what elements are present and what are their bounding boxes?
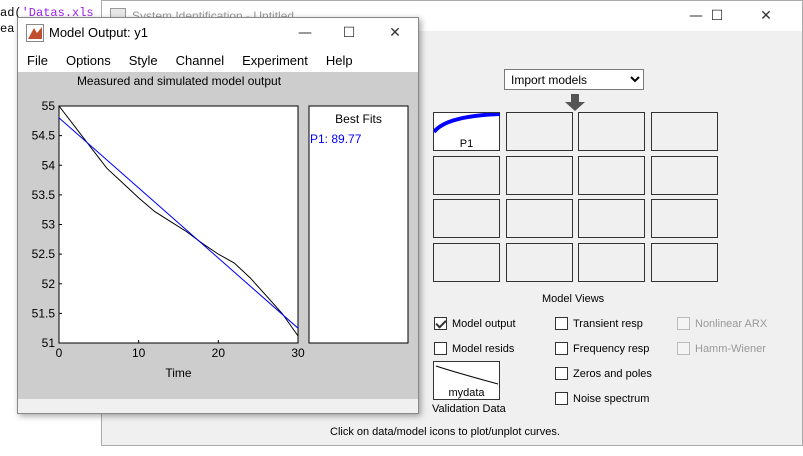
hint-text: Click on data/model icons to plot/unplot… (330, 426, 560, 438)
model-output-window: Model Output: y1 — ☐ ✕ File Options Styl… (17, 17, 419, 414)
model-tile-empty[interactable] (578, 199, 645, 238)
model-tile-empty[interactable] (506, 112, 573, 151)
maximize-icon[interactable]: ☐ (329, 18, 369, 48)
model-tile-empty[interactable] (578, 243, 645, 282)
model-output-title-bar: Model Output: y1 — ☐ ✕ (18, 18, 418, 48)
model-tile-empty[interactable] (651, 243, 718, 282)
model-tile-empty[interactable] (506, 243, 573, 282)
noise-spectrum-label: Noise spectrum (573, 392, 650, 405)
transient-resp-checkbox[interactable]: Transient resp (555, 317, 643, 330)
best-fit-entry-p1[interactable]: P1: 89.77 (310, 132, 362, 146)
menu-help[interactable]: Help (317, 53, 362, 68)
maximize-icon[interactable]: ☐ (697, 1, 737, 31)
validation-data-caption: Validation Data (432, 403, 506, 415)
model-output-title: Model Output: y1 (49, 25, 148, 40)
best-fits-heading: Best Fits (335, 112, 382, 126)
validation-preview-curve (435, 365, 499, 385)
zeros-and-poles-checkbox[interactable]: Zeros and poles (555, 367, 652, 380)
import-models-dropdown[interactable]: Import models (504, 69, 644, 90)
y-tick-label: 53.5 (32, 188, 56, 202)
model-tile-empty[interactable] (651, 112, 718, 151)
y-tick-label: 55 (42, 99, 56, 113)
model-tile-empty[interactable] (433, 243, 500, 282)
matlab-figure-icon (26, 24, 44, 42)
x-tick-label: 20 (212, 346, 226, 360)
model-tile-empty[interactable] (651, 199, 718, 238)
y-tick-label: 54.5 (32, 129, 56, 143)
frequency-resp-label: Frequency resp (573, 342, 650, 355)
checkbox-checked-icon[interactable] (434, 317, 447, 330)
model-resids-label: Model resids (452, 342, 515, 355)
x-tick-label: 30 (291, 346, 305, 360)
model-tile-empty[interactable] (578, 112, 645, 151)
frequency-resp-checkbox[interactable]: Frequency resp (555, 342, 649, 355)
menu-channel[interactable]: Channel (167, 53, 233, 68)
editor-line-2: ea (0, 22, 15, 36)
y-tick-label: 52 (42, 277, 56, 291)
model-tile-empty[interactable] (506, 199, 573, 238)
checkbox-icon[interactable] (555, 392, 568, 405)
x-tick-label: 10 (132, 346, 146, 360)
model-tile-empty[interactable] (506, 156, 573, 195)
checkbox-icon[interactable] (434, 342, 447, 355)
transient-resp-label: Transient resp (573, 317, 643, 330)
checkbox-icon[interactable] (555, 342, 568, 355)
model-tile-empty[interactable] (433, 156, 500, 195)
y-tick-label: 51 (42, 336, 56, 350)
checkbox-disabled-icon (677, 317, 690, 330)
hamm-wiener-label: Hamm-Wiener (695, 342, 766, 355)
model-output-checkbox[interactable]: Model output (434, 317, 516, 330)
nonlinear-arx-label: Nonlinear ARX (695, 317, 768, 330)
x-tick-label: 0 (56, 346, 63, 360)
noise-spectrum-checkbox[interactable]: Noise spectrum (555, 392, 649, 405)
x-axis-label: Time (165, 366, 192, 380)
model-p1-preview-curve (434, 113, 500, 134)
model-output-plot[interactable]: Measured and simulated model output 0 10 2… (18, 72, 418, 399)
y-tick-label: 52.5 (32, 247, 56, 261)
model-tile-p1[interactable]: P1 (433, 112, 500, 151)
model-tile-empty[interactable] (578, 156, 645, 195)
hamm-wiener-checkbox: Hamm-Wiener (677, 342, 766, 355)
model-tile-empty[interactable] (651, 156, 718, 195)
model-resids-checkbox[interactable]: Model resids (434, 342, 514, 355)
model-output-label: Model output (452, 317, 516, 330)
zeros-and-poles-label: Zeros and poles (573, 367, 652, 380)
chart-title: Measured and simulated model output (77, 74, 282, 88)
minimize-icon[interactable]: — (285, 18, 325, 48)
model-output-figure-area: Measured and simulated model output 0 10 2… (18, 72, 418, 399)
y-tick-label: 54 (42, 158, 56, 172)
validation-data-tile[interactable]: mydata (433, 361, 500, 400)
plot-axes-box (58, 105, 299, 344)
menu-file[interactable]: File (18, 53, 57, 68)
model-tile-label: P1 (459, 138, 474, 150)
y-tick-label: 53 (42, 218, 56, 232)
y-tick-label: 51.5 (32, 306, 56, 320)
close-icon[interactable]: ✕ (375, 18, 415, 48)
arrow-down-icon (565, 94, 585, 111)
checkbox-icon[interactable] (555, 367, 568, 380)
checkbox-disabled-icon (677, 342, 690, 355)
model-output-menu-bar: File Options Style Channel Experiment He… (18, 48, 418, 72)
nonlinear-arx-checkbox: Nonlinear ARX (677, 317, 767, 330)
validation-tile-label: mydata (448, 387, 485, 399)
checkbox-icon[interactable] (555, 317, 568, 330)
menu-options[interactable]: Options (57, 53, 120, 68)
model-output-status-strip (18, 399, 418, 413)
model-tile-empty[interactable] (433, 199, 500, 238)
model-views-heading: Model Views (542, 293, 605, 305)
menu-experiment[interactable]: Experiment (233, 53, 317, 68)
menu-style[interactable]: Style (120, 53, 167, 68)
close-icon[interactable]: ✕ (746, 1, 786, 31)
